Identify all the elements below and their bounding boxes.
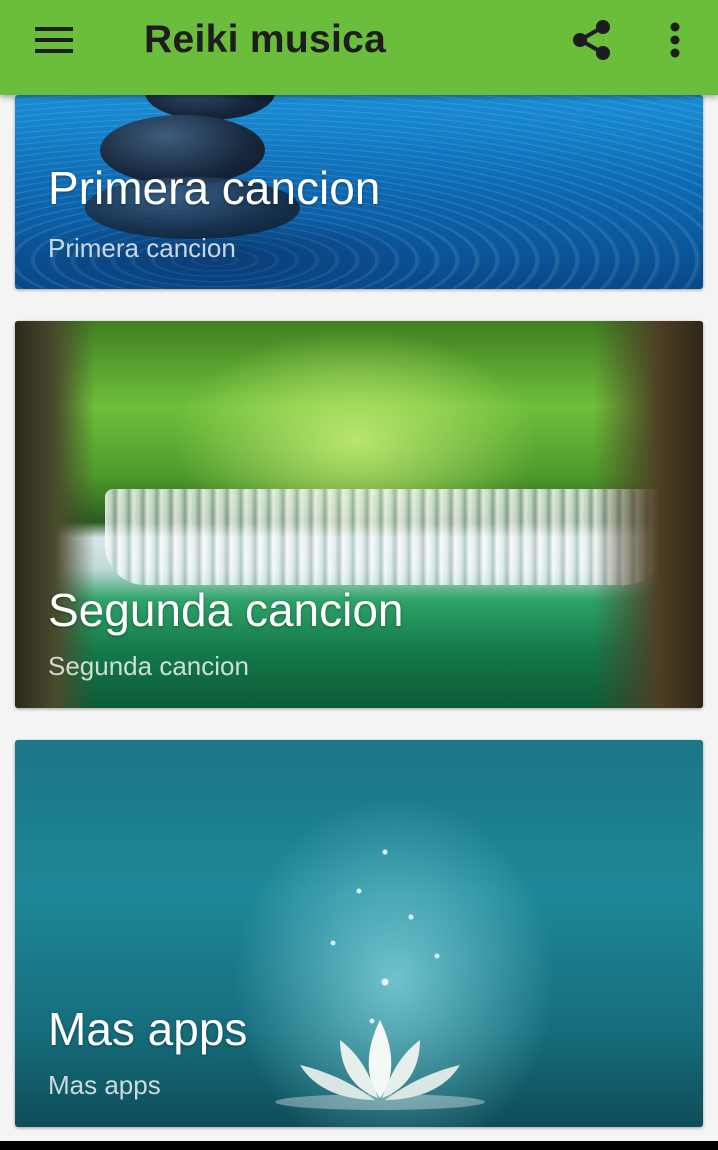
card-image-lotus: [15, 740, 703, 1127]
card-title: Segunda cancion: [48, 584, 404, 636]
more-apps-card[interactable]: Mas apps Mas apps: [15, 740, 703, 1127]
card-image-waterfall: [15, 321, 703, 708]
system-nav-bar-edge: [0, 1141, 718, 1150]
more-vert-icon: [670, 22, 680, 58]
song-card-primera[interactable]: Primera cancion Primera cancion: [15, 95, 703, 289]
hamburger-menu-icon: [35, 27, 73, 53]
share-icon: [573, 20, 610, 60]
song-card-segunda[interactable]: Segunda cancion Segunda cancion: [15, 321, 703, 708]
tree-trunk-right: [593, 321, 703, 708]
app-toolbar: Reiki musica: [0, 0, 718, 95]
card-title: Primera cancion: [48, 162, 381, 214]
share-button[interactable]: [566, 14, 618, 66]
card-subtitle: Segunda cancion: [48, 651, 249, 681]
app-title: Reiki musica: [144, 18, 387, 61]
card-title: Mas apps: [48, 1003, 248, 1055]
overflow-menu-button[interactable]: [650, 14, 700, 66]
waterfall-shape: [105, 489, 665, 585]
tree-trunk-left: [15, 321, 95, 708]
lotus-flower-icon: [275, 1020, 485, 1110]
card-subtitle: Primera cancion: [48, 233, 236, 263]
app-screen: Primera cancion Primera cancion Segunda …: [0, 0, 718, 1150]
card-subtitle: Mas apps: [48, 1070, 161, 1100]
menu-button[interactable]: [22, 14, 88, 66]
